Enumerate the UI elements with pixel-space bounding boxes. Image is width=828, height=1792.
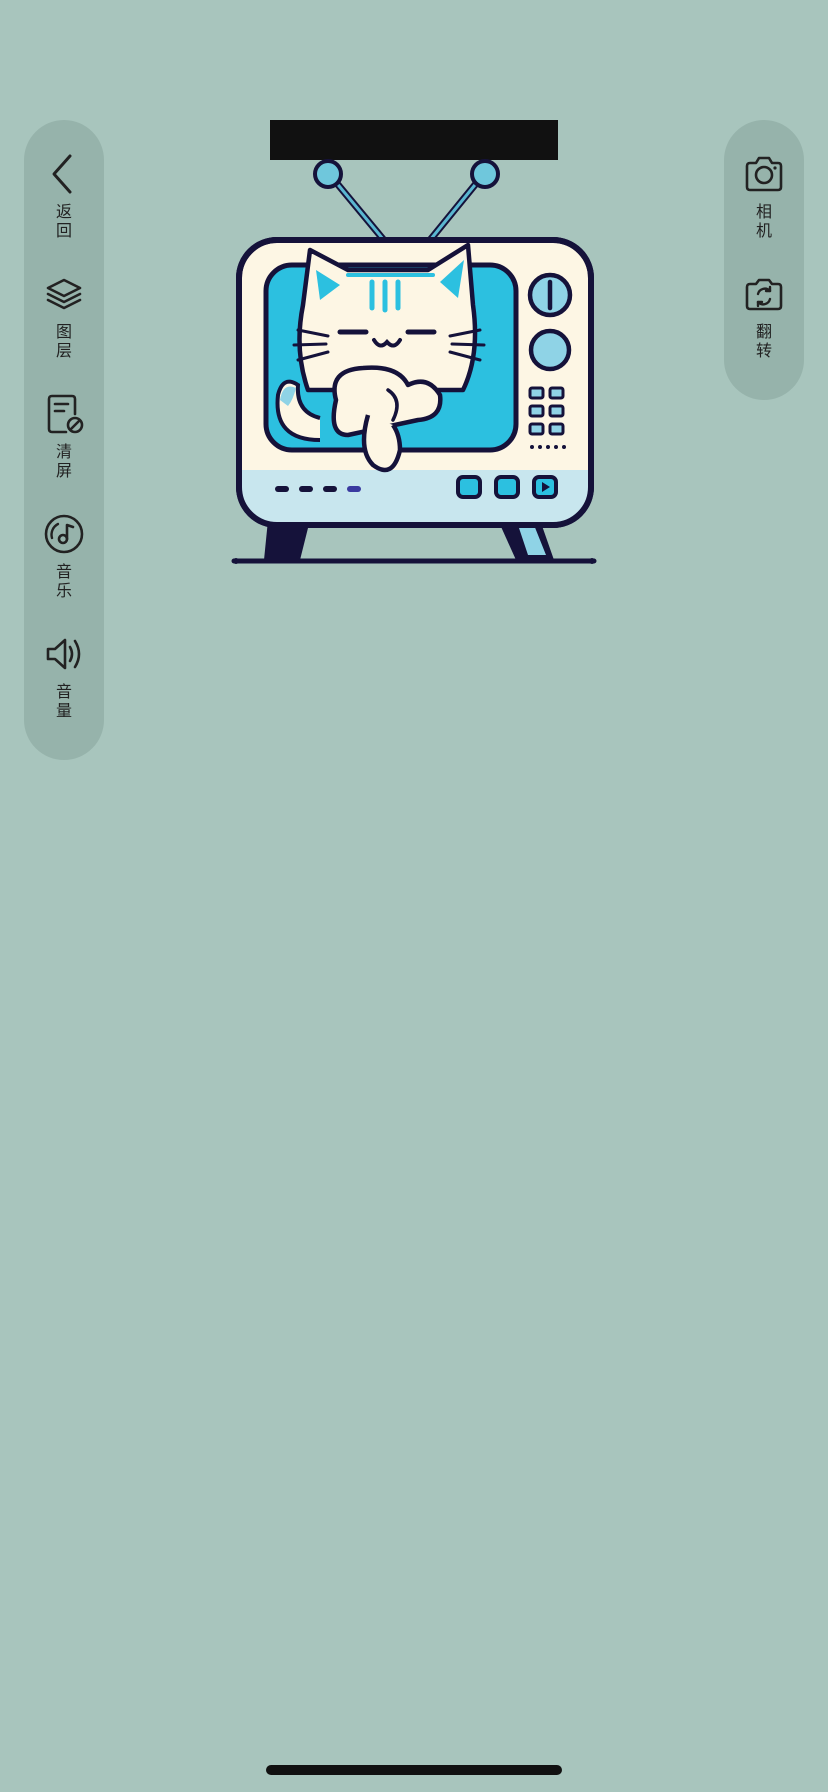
flip-camera-label: 翻转 <box>755 322 772 360</box>
speaker-icon <box>44 634 84 674</box>
camera-flip-icon <box>744 274 784 314</box>
chevron-left-icon <box>44 154 84 194</box>
music-button[interactable]: 音乐 <box>24 480 104 600</box>
music-disc-icon <box>44 514 84 554</box>
clear-screen-icon <box>44 394 84 434</box>
tv-cat-illustration <box>228 150 608 570</box>
layers-label: 图层 <box>55 322 72 360</box>
layers-icon <box>44 274 84 314</box>
left-toolbar: 返回 图层 清屏 音乐 音量 <box>24 120 104 760</box>
home-indicator[interactable] <box>266 1765 562 1775</box>
flip-camera-button[interactable]: 翻转 <box>724 240 804 360</box>
back-button[interactable]: 返回 <box>24 120 104 240</box>
volume-label: 音量 <box>55 682 72 720</box>
clear-screen-button[interactable]: 清屏 <box>24 360 104 480</box>
back-label: 返回 <box>55 202 72 240</box>
camera-label: 相机 <box>755 202 772 240</box>
volume-button[interactable]: 音量 <box>24 600 104 720</box>
music-label: 音乐 <box>55 562 72 600</box>
clear-screen-label: 清屏 <box>55 442 72 480</box>
right-toolbar: 相机 翻转 <box>724 120 804 400</box>
layers-button[interactable]: 图层 <box>24 240 104 360</box>
camera-icon <box>744 154 784 194</box>
camera-button[interactable]: 相机 <box>724 120 804 240</box>
